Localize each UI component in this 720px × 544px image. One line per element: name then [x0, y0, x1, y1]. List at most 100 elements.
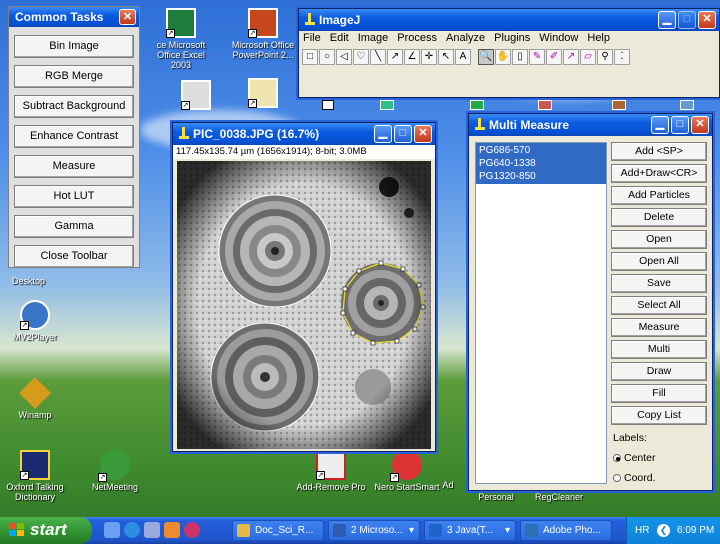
- java-icon: [429, 524, 442, 537]
- rgb-merge-button[interactable]: RGB Merge: [14, 65, 134, 88]
- minimize-icon[interactable]: ▁: [374, 125, 392, 143]
- task-microsoft[interactable]: 2 Microso... ▾: [328, 520, 420, 541]
- roi-list-item[interactable]: PG686-570: [476, 143, 606, 158]
- menu-process[interactable]: Process: [397, 32, 437, 46]
- arrow-tool-icon[interactable]: ↗: [563, 49, 579, 65]
- ie-quicklaunch-icon[interactable]: [124, 522, 140, 538]
- minimize-icon[interactable]: ▁: [658, 11, 676, 29]
- add-button[interactable]: Add <SP>: [611, 142, 707, 161]
- close-toolbar-button[interactable]: Close Toolbar: [14, 245, 134, 268]
- task-java[interactable]: 3 Java(T... ▾: [424, 520, 516, 541]
- enhance-contrast-button[interactable]: Enhance Contrast: [14, 125, 134, 148]
- segmented-line-tool-icon[interactable]: ↗: [387, 49, 403, 65]
- measure-button[interactable]: Measure: [611, 318, 707, 337]
- image-window-titlebar[interactable]: PIC_0038.JPG (16.7%) ▁ □ ✕: [173, 123, 435, 145]
- eraser-tool-icon[interactable]: ▱: [580, 49, 596, 65]
- oval-tool-icon[interactable]: ○: [319, 49, 335, 65]
- desktop-icon-netmeeting[interactable]: ↗ NetMeeting: [80, 450, 150, 492]
- roi-list-item[interactable]: PG1320-850: [476, 171, 606, 184]
- language-indicator[interactable]: HR: [635, 517, 649, 544]
- menu-plugins[interactable]: Plugins: [494, 32, 530, 46]
- close-icon[interactable]: ✕: [119, 9, 136, 25]
- freehand-tool-icon[interactable]: ♡: [353, 49, 369, 65]
- minimize-icon[interactable]: ▁: [651, 116, 669, 134]
- multi-button[interactable]: Multi: [611, 340, 707, 359]
- micrograph-canvas[interactable]: [177, 161, 431, 449]
- desktop-icon-powerpoint[interactable]: ↗ Microsoft Office PowerPoint 2...: [228, 8, 298, 60]
- app-quicklaunch-icon[interactable]: [184, 522, 200, 538]
- polygon-tool-icon[interactable]: ◁: [336, 49, 352, 65]
- close-icon[interactable]: ✕: [691, 116, 709, 134]
- radio-dot-icon: [613, 474, 621, 482]
- crosshair-tool-icon[interactable]: ✛: [421, 49, 437, 65]
- menu-file[interactable]: File: [303, 32, 321, 46]
- task-doc-sci[interactable]: Doc_Sci_R...: [232, 520, 324, 541]
- angle-tool-icon[interactable]: ∠: [404, 49, 420, 65]
- desktop-icon-statsoft[interactable]: ↗: [228, 78, 298, 110]
- tray-chevron-icon[interactable]: ❮: [657, 524, 670, 537]
- start-button[interactable]: start: [0, 517, 92, 544]
- close-icon[interactable]: ✕: [698, 11, 716, 29]
- imagej-title: ImageJ: [319, 13, 361, 27]
- bin-image-button[interactable]: Bin Image: [14, 35, 134, 58]
- maximize-icon[interactable]: □: [394, 125, 412, 143]
- roi-list-item[interactable]: PG640-1338: [476, 158, 606, 171]
- desktop-icon-winamp[interactable]: Winamp: [0, 377, 70, 420]
- flood-fill-tool-icon[interactable]: ⚲: [597, 49, 613, 65]
- common-tasks-titlebar[interactable]: Common Tasks ✕: [9, 7, 139, 27]
- measure-button[interactable]: Measure: [14, 155, 134, 178]
- menu-image[interactable]: Image: [358, 32, 389, 46]
- desktop-icon-regcleaner[interactable]: RegCleaner: [524, 492, 594, 502]
- magnifier-tool-icon[interactable]: 🔍: [478, 49, 494, 65]
- draw-button[interactable]: Draw: [611, 362, 707, 381]
- desktop-icon-desktop[interactable]: Desktop: [0, 276, 60, 286]
- task-adobe[interactable]: Adobe Pho...: [520, 520, 612, 541]
- open-all-button[interactable]: Open All: [611, 252, 707, 271]
- text-tool-icon[interactable]: A: [455, 49, 471, 65]
- delete-button[interactable]: Delete: [611, 208, 707, 227]
- rectangle-tool-icon[interactable]: □: [302, 49, 318, 65]
- desktop-icon-ad[interactable]: Ad: [438, 480, 458, 490]
- desktop-icon-personal[interactable]: Personal: [466, 492, 526, 502]
- pencil-tool-icon[interactable]: ✎: [529, 49, 545, 65]
- close-icon[interactable]: ✕: [414, 125, 432, 143]
- fill-button[interactable]: Fill: [611, 384, 707, 403]
- imagej-titlebar[interactable]: ImageJ ▁ □ ✕: [299, 9, 719, 31]
- desktop-icon-nero[interactable]: ↗ Nero StartSmart: [372, 450, 442, 492]
- center-radio[interactable]: Center: [613, 452, 656, 464]
- select-all-button[interactable]: Select All: [611, 296, 707, 315]
- add-draw-button[interactable]: Add+Draw<CR>: [611, 164, 707, 183]
- brush-tool-icon[interactable]: ✐: [546, 49, 562, 65]
- multi-measure-titlebar[interactable]: Multi Measure ▁ □ ✕: [469, 114, 712, 136]
- mv2player-icon: ↗: [20, 300, 50, 330]
- dropper-tool-icon[interactable]: ▯: [512, 49, 528, 65]
- wand-tool-icon[interactable]: ↖: [438, 49, 454, 65]
- hand-tool-icon[interactable]: ✋: [495, 49, 511, 65]
- desktop-icon-mv2player[interactable]: ↗ MV2Player: [0, 300, 70, 342]
- more-tools-icon[interactable]: ⁚: [614, 49, 630, 65]
- menu-edit[interactable]: Edit: [330, 32, 349, 46]
- open-button[interactable]: Open: [611, 230, 707, 249]
- add-particles-button[interactable]: Add Particles: [611, 186, 707, 205]
- desktop-icon-add-remove[interactable]: ↗ Add-Remove Pro: [296, 450, 366, 492]
- desktop-quicklaunch-icon[interactable]: [104, 522, 120, 538]
- desktop-icon-image[interactable]: ↗: [176, 80, 216, 112]
- desktop-icon-oxford-dictionary[interactable]: ↗ Oxford Talking Dictionary: [0, 450, 70, 502]
- desktop-icon-excel[interactable]: ↗ ce Microsoft Office Excel 2003: [146, 8, 216, 70]
- hot-lut-button[interactable]: Hot LUT: [14, 185, 134, 208]
- email-quicklaunch-icon[interactable]: [144, 522, 160, 538]
- menu-help[interactable]: Help: [587, 32, 610, 46]
- maximize-icon[interactable]: □: [678, 11, 696, 29]
- subtract-background-button[interactable]: Subtract Background: [14, 95, 134, 118]
- maximize-icon[interactable]: □: [671, 116, 689, 134]
- menu-analyze[interactable]: Analyze: [446, 32, 485, 46]
- line-tool-icon[interactable]: ╲: [370, 49, 386, 65]
- task-label: Doc_Sci_R...: [255, 525, 314, 536]
- coord-radio[interactable]: Coord.: [613, 472, 656, 484]
- media-quicklaunch-icon[interactable]: [164, 522, 180, 538]
- menu-window[interactable]: Window: [539, 32, 578, 46]
- save-button[interactable]: Save: [611, 274, 707, 293]
- roi-list[interactable]: PG686-570 PG640-1338 PG1320-850: [475, 142, 607, 484]
- copy-list-button[interactable]: Copy List: [611, 406, 707, 425]
- gamma-button[interactable]: Gamma: [14, 215, 134, 238]
